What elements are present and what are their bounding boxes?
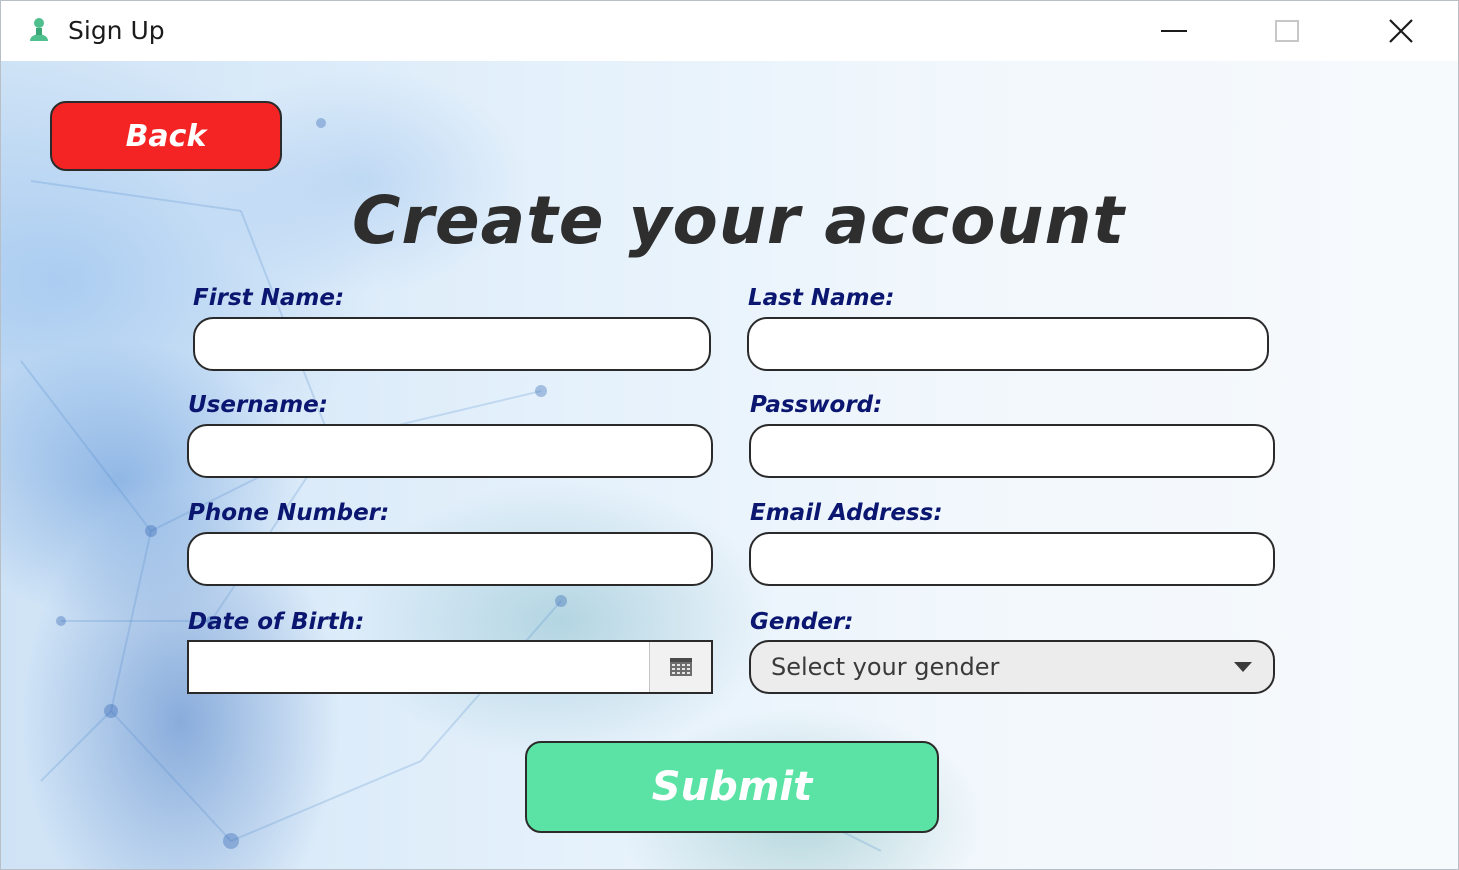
minimize-button[interactable] bbox=[1119, 1, 1229, 61]
date-of-birth-input[interactable] bbox=[189, 642, 651, 692]
signup-window: Sign Up Back Create your account First N… bbox=[0, 0, 1459, 870]
first-name-field[interactable] bbox=[193, 317, 711, 371]
page-title: Create your account bbox=[351, 182, 1126, 259]
chevron-down-icon bbox=[1234, 662, 1252, 672]
form-background: Back Create your account First Name: Las… bbox=[1, 61, 1458, 869]
calendar-icon bbox=[669, 658, 692, 676]
email-address-field[interactable] bbox=[749, 532, 1275, 586]
email-address-label: Email Address: bbox=[750, 500, 943, 526]
last-name-label: Last Name: bbox=[748, 285, 895, 311]
phone-number-field[interactable] bbox=[187, 532, 713, 586]
minimize-icon bbox=[1161, 30, 1187, 32]
window-title: Sign Up bbox=[68, 16, 165, 45]
close-button[interactable] bbox=[1346, 1, 1456, 61]
date-of-birth-label: Date of Birth: bbox=[188, 609, 365, 635]
first-name-label: First Name: bbox=[193, 285, 345, 311]
username-field[interactable] bbox=[187, 424, 713, 478]
submit-button[interactable]: Submit bbox=[525, 741, 939, 833]
person-icon bbox=[30, 18, 48, 41]
password-label: Password: bbox=[750, 392, 883, 418]
back-button[interactable]: Back bbox=[50, 101, 282, 171]
password-field[interactable] bbox=[749, 424, 1275, 478]
close-icon bbox=[1389, 19, 1413, 43]
gender-placeholder: Select your gender bbox=[771, 653, 1000, 681]
maximize-button[interactable] bbox=[1232, 1, 1342, 61]
username-label: Username: bbox=[188, 392, 328, 418]
maximize-icon bbox=[1275, 20, 1299, 42]
gender-label: Gender: bbox=[750, 609, 854, 635]
last-name-field[interactable] bbox=[747, 317, 1269, 371]
gender-select[interactable]: Select your gender bbox=[749, 640, 1275, 694]
phone-number-label: Phone Number: bbox=[188, 500, 390, 526]
date-of-birth-picker bbox=[187, 640, 713, 694]
calendar-button[interactable] bbox=[649, 642, 711, 692]
title-bar[interactable]: Sign Up bbox=[1, 1, 1458, 61]
